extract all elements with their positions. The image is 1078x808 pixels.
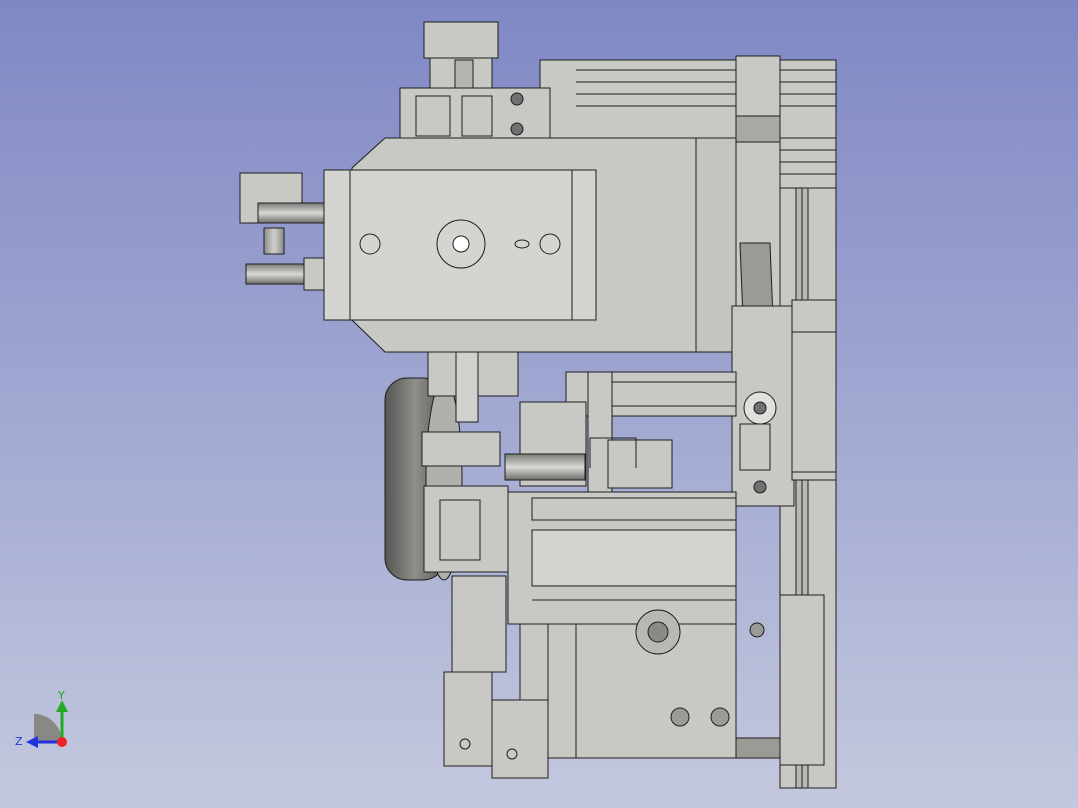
top-guide-block[interactable]	[399, 21, 551, 139]
linear-actuator[interactable]	[507, 491, 737, 625]
middle-slide-mechanism[interactable]	[421, 351, 737, 493]
axis-plane-quadrant	[34, 714, 62, 742]
z-axis-label: Z	[15, 735, 23, 748]
stepper-motor[interactable]	[575, 609, 781, 759]
z-axis-arrow	[26, 736, 38, 748]
rotary-cylinder-body[interactable]	[323, 137, 737, 353]
cad-model[interactable]: Y Z	[0, 0, 1078, 808]
3d-viewport[interactable]: Y Z	[0, 0, 1078, 808]
axis-indicator: Y Z	[15, 689, 68, 748]
y-axis-label: Y	[57, 689, 65, 702]
assembly-parts[interactable]	[239, 21, 837, 789]
x-axis-dot	[57, 737, 67, 747]
pneumatic-fittings[interactable]	[239, 172, 325, 291]
